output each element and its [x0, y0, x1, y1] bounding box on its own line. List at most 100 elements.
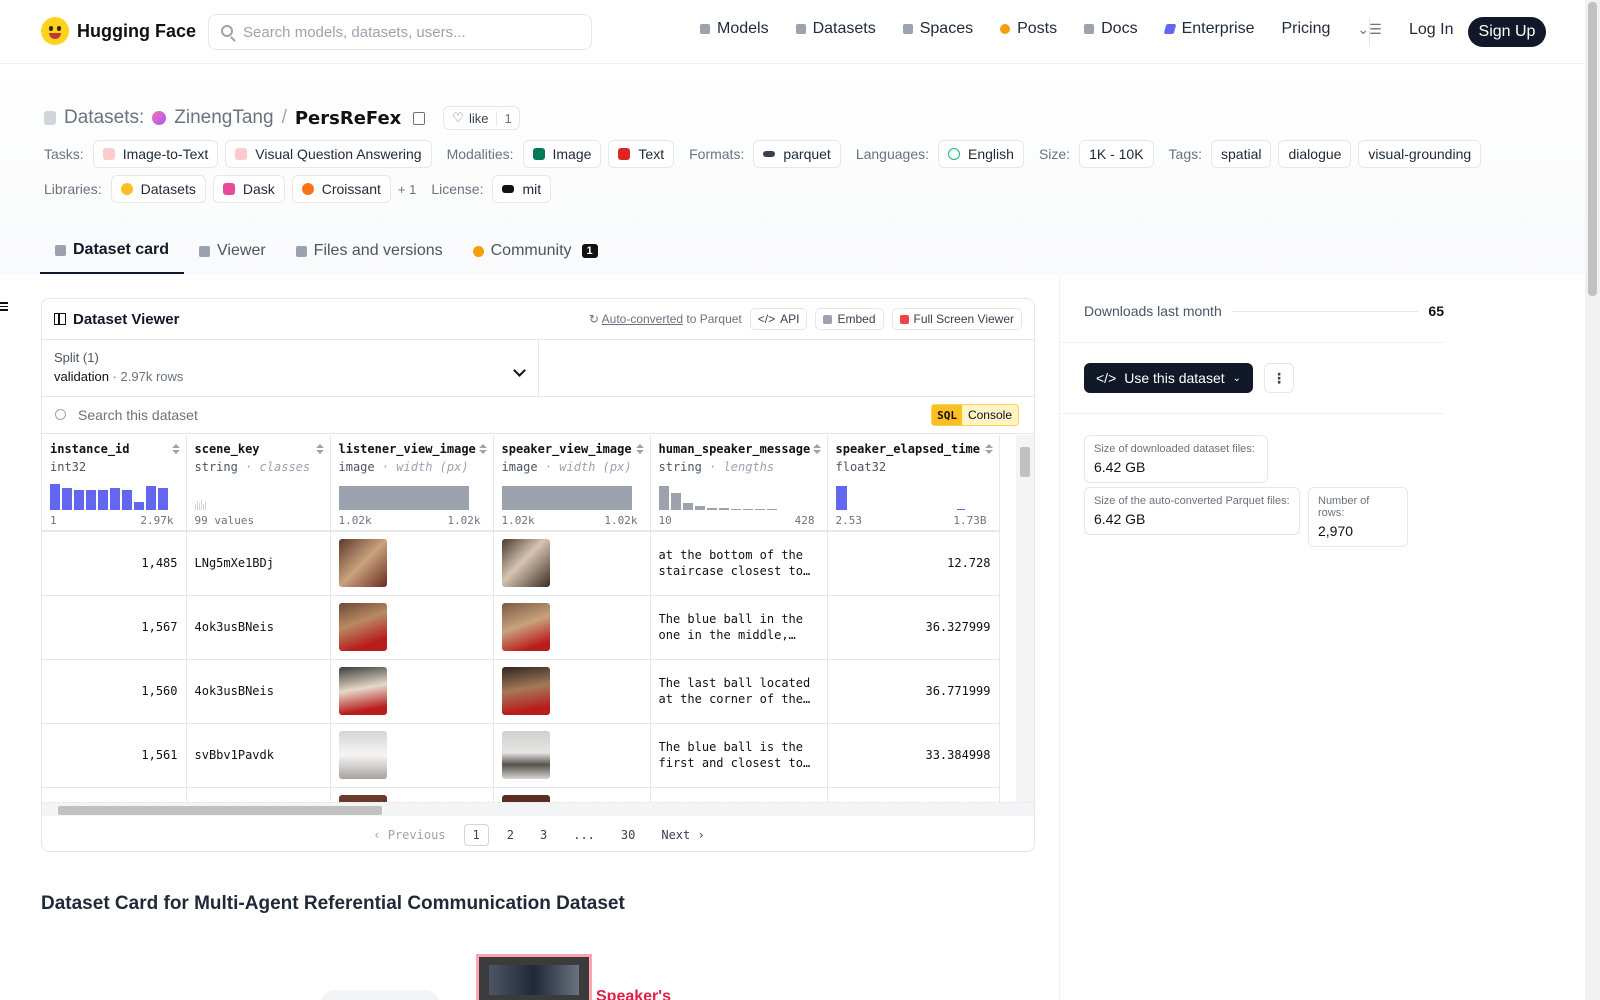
tag-vqa[interactable]: Visual Question Answering [225, 140, 432, 168]
breadcrumb-org[interactable]: ZinengTang [174, 107, 273, 129]
table-row[interactable] [42, 787, 1000, 802]
sort-icon[interactable] [316, 444, 324, 454]
auto-converted-link[interactable]: Auto-converted [602, 312, 683, 326]
embed-button[interactable]: Embed [815, 308, 884, 330]
tag-dialogue[interactable]: dialogue [1278, 140, 1352, 168]
tab-files[interactable]: Files and versions [281, 228, 458, 274]
sort-icon[interactable] [172, 444, 180, 454]
speaker-view-thumbnail[interactable] [501, 603, 550, 651]
page-3[interactable]: 3 [532, 825, 555, 845]
login-link[interactable]: Log In [1409, 21, 1453, 39]
tag-parquet[interactable]: parquet [753, 140, 841, 168]
nav-docs-label: Docs [1101, 20, 1138, 37]
split-name: validation [54, 369, 109, 384]
tag-croissant[interactable]: Croissant [291, 175, 391, 203]
cell-listener-image [330, 595, 494, 660]
sql-console-button[interactable]: SQL Console [931, 404, 1019, 426]
next-page-button[interactable]: Next › [653, 825, 712, 845]
speaker-view-thumbnail[interactable] [501, 539, 550, 588]
toc-menu-icon[interactable] [0, 302, 10, 313]
page-scrollbar[interactable] [1585, 0, 1600, 1000]
tag-license[interactable]: mit [492, 175, 552, 203]
column-header[interactable]: speaker_elapsed_time float32 2.53 1.73B [827, 435, 1000, 532]
tag-size[interactable]: 1K - 10K [1079, 140, 1154, 168]
breadcrumb-section[interactable]: Datasets: [64, 107, 144, 129]
code-icon: </> [757, 312, 776, 326]
use-dataset-button[interactable]: </> Use this dataset ⌄ [1084, 363, 1254, 393]
speaker-view-thumbnail[interactable] [501, 731, 550, 779]
tag-spatial[interactable]: spatial [1211, 140, 1272, 168]
nav-datasets[interactable]: Datasets [795, 20, 876, 38]
sort-icon[interactable] [636, 444, 644, 454]
dataset-search-input[interactable]: Search this dataset SQL Console [42, 397, 1034, 434]
listener-view-thumbnail[interactable] [338, 667, 387, 715]
histogram-bar [682, 503, 693, 510]
cell-speaker-image [493, 595, 651, 660]
column-type: string · lengths [659, 460, 819, 474]
api-button[interactable]: </> API [749, 308, 808, 330]
page-30[interactable]: 30 [613, 825, 643, 845]
more-options-button[interactable]: ⋮ [1264, 363, 1294, 393]
column-header[interactable]: speaker_view_image image · width (px) 1.… [493, 435, 651, 532]
table-icon [199, 245, 211, 257]
page-2[interactable]: 2 [499, 825, 522, 845]
scrollbar-thumb[interactable] [1588, 2, 1597, 296]
nav-enterprise[interactable]: Enterprise [1163, 20, 1254, 38]
split-selector[interactable]: Split (1) validation · 2.97k rows [42, 340, 539, 396]
table-row[interactable]: 1,561 svBbv1Pavdk The blue ball is the f… [42, 723, 1000, 788]
sort-icon[interactable] [479, 444, 487, 454]
tab-dataset-card[interactable]: Dataset card [40, 228, 185, 274]
speaker-view-thumbnail[interactable] [501, 795, 550, 802]
nav-posts[interactable]: Posts [1000, 20, 1057, 38]
nav-docs[interactable]: Docs [1084, 20, 1138, 38]
tab-viewer[interactable]: Viewer [184, 228, 281, 274]
global-search-input[interactable]: Search models, datasets, users... [208, 14, 592, 50]
column-header[interactable]: human_speaker_message string · lengths 1… [650, 435, 828, 532]
tag-english[interactable]: English [938, 140, 1024, 168]
column-header[interactable]: instance_id int32 1 2.97k [42, 435, 187, 532]
column-name: speaker_view_image [501, 442, 632, 456]
nav-pricing[interactable]: Pricing [1281, 20, 1330, 38]
table-vertical-scrollbar[interactable] [1016, 435, 1034, 802]
scrollbar-thumb[interactable] [1020, 447, 1030, 477]
stat-value: 2,970 [1318, 523, 1354, 539]
tab-community[interactable]: Community 1 [458, 228, 613, 274]
tag-visual-grounding[interactable]: visual-grounding [1358, 140, 1482, 168]
tag-datasets-lib[interactable]: Datasets [110, 175, 206, 203]
speaker-view-thumbnail[interactable] [501, 667, 550, 715]
cell-message [650, 787, 828, 802]
histogram-bar [501, 486, 632, 510]
listener-view-thumbnail[interactable] [338, 731, 387, 779]
page-1[interactable]: 1 [463, 824, 489, 846]
tag-image-to-text[interactable]: Image-to-Text [92, 140, 219, 168]
listener-view-thumbnail[interactable] [338, 539, 387, 588]
brand-logo[interactable]: Hugging Face [41, 17, 196, 45]
nav-spaces[interactable]: Spaces [902, 20, 973, 38]
listener-view-thumbnail[interactable] [338, 795, 387, 802]
libraries-more[interactable]: + 1 [398, 182, 416, 197]
split-separator: · [112, 369, 117, 384]
table-horizontal-scrollbar[interactable] [42, 802, 1034, 816]
tag-dask[interactable]: Dask [212, 175, 285, 203]
signup-button[interactable]: Sign Up [1468, 17, 1546, 47]
like-button[interactable]: ♡ like 1 [443, 106, 520, 130]
listener-view-thumbnail[interactable] [338, 603, 387, 651]
dataset-name[interactable]: PersReFex [295, 108, 401, 129]
scrollbar-thumb[interactable] [58, 806, 382, 815]
tag-image[interactable]: Image [522, 140, 602, 168]
tag-text[interactable]: Text [608, 140, 675, 168]
table-row[interactable]: 1,567 4ok3usBNeis The blue ball in the o… [42, 595, 1000, 660]
downloads-stat: Downloads last month 65 [1084, 303, 1444, 319]
tags-label: Tags: [1168, 146, 1203, 162]
dask-icon [222, 183, 235, 195]
copy-icon[interactable] [413, 111, 426, 125]
column-header[interactable]: scene_key string · classes 99 values [186, 435, 331, 532]
table-row[interactable]: 1,485 LNg5mXe1BDj at the bottom of the s… [42, 531, 1000, 596]
table-row[interactable]: 1,560 4ok3usBNeis The last ball located … [42, 659, 1000, 724]
sort-icon[interactable] [985, 444, 993, 454]
prev-page-button[interactable]: ‹ Previous [365, 825, 453, 845]
nav-models[interactable]: Models [700, 20, 769, 38]
column-header[interactable]: listener_view_image image · width (px) 1… [330, 435, 494, 532]
fullscreen-viewer-button[interactable]: Full Screen Viewer [891, 308, 1022, 330]
sort-icon[interactable] [813, 444, 821, 454]
